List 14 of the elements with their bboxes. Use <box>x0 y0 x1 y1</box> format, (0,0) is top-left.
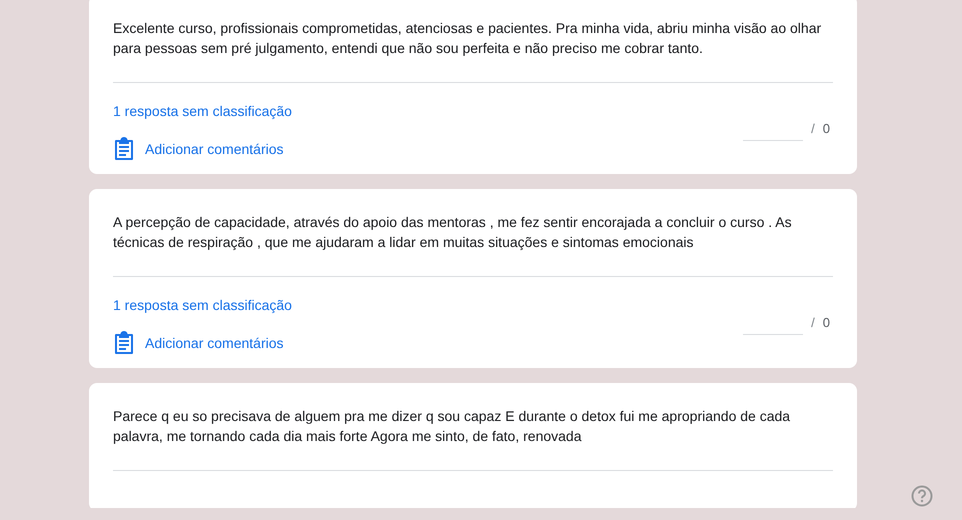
ungraded-link[interactable]: 1 resposta sem classificação <box>113 103 292 119</box>
response-text: Excelente curso, profissionais comprometidas, atenciosas e pacientes. Pra minha vida, abriu minha visão ao olhar para pessoas sem pré julgamento, entendi que não sou perfeita e não preciso me cobrar tanto. <box>113 19 822 58</box>
add-comment-button[interactable]: Adicionar comentários <box>113 331 292 355</box>
ungraded-link[interactable]: 1 resposta sem classificação <box>113 297 292 313</box>
clipboard-icon <box>113 137 135 161</box>
response-text: Parece q eu so precisava de alguem pra me dizer q sou capaz E durante o detox fui me apropriando de cada palavra, me tornando cada dia mais forte Agora me sinto, de fato, renovada <box>113 407 792 446</box>
score-separator: / <box>811 315 815 330</box>
response-text: A percepção de capacidade, através do apoio das mentoras , me fez sentir encorajada a concluir o curso . As técnicas de respiração , que me ajudaram a lidar em muitas situações e sintomas emocionais <box>113 213 793 252</box>
max-score: 0 <box>822 315 830 330</box>
clipboard-icon <box>113 331 135 355</box>
max-score: 0 <box>822 121 830 136</box>
help-icon[interactable] <box>911 485 933 507</box>
score-separator: / <box>811 121 815 136</box>
add-comment-button[interactable]: Adicionar comentários <box>113 137 292 161</box>
